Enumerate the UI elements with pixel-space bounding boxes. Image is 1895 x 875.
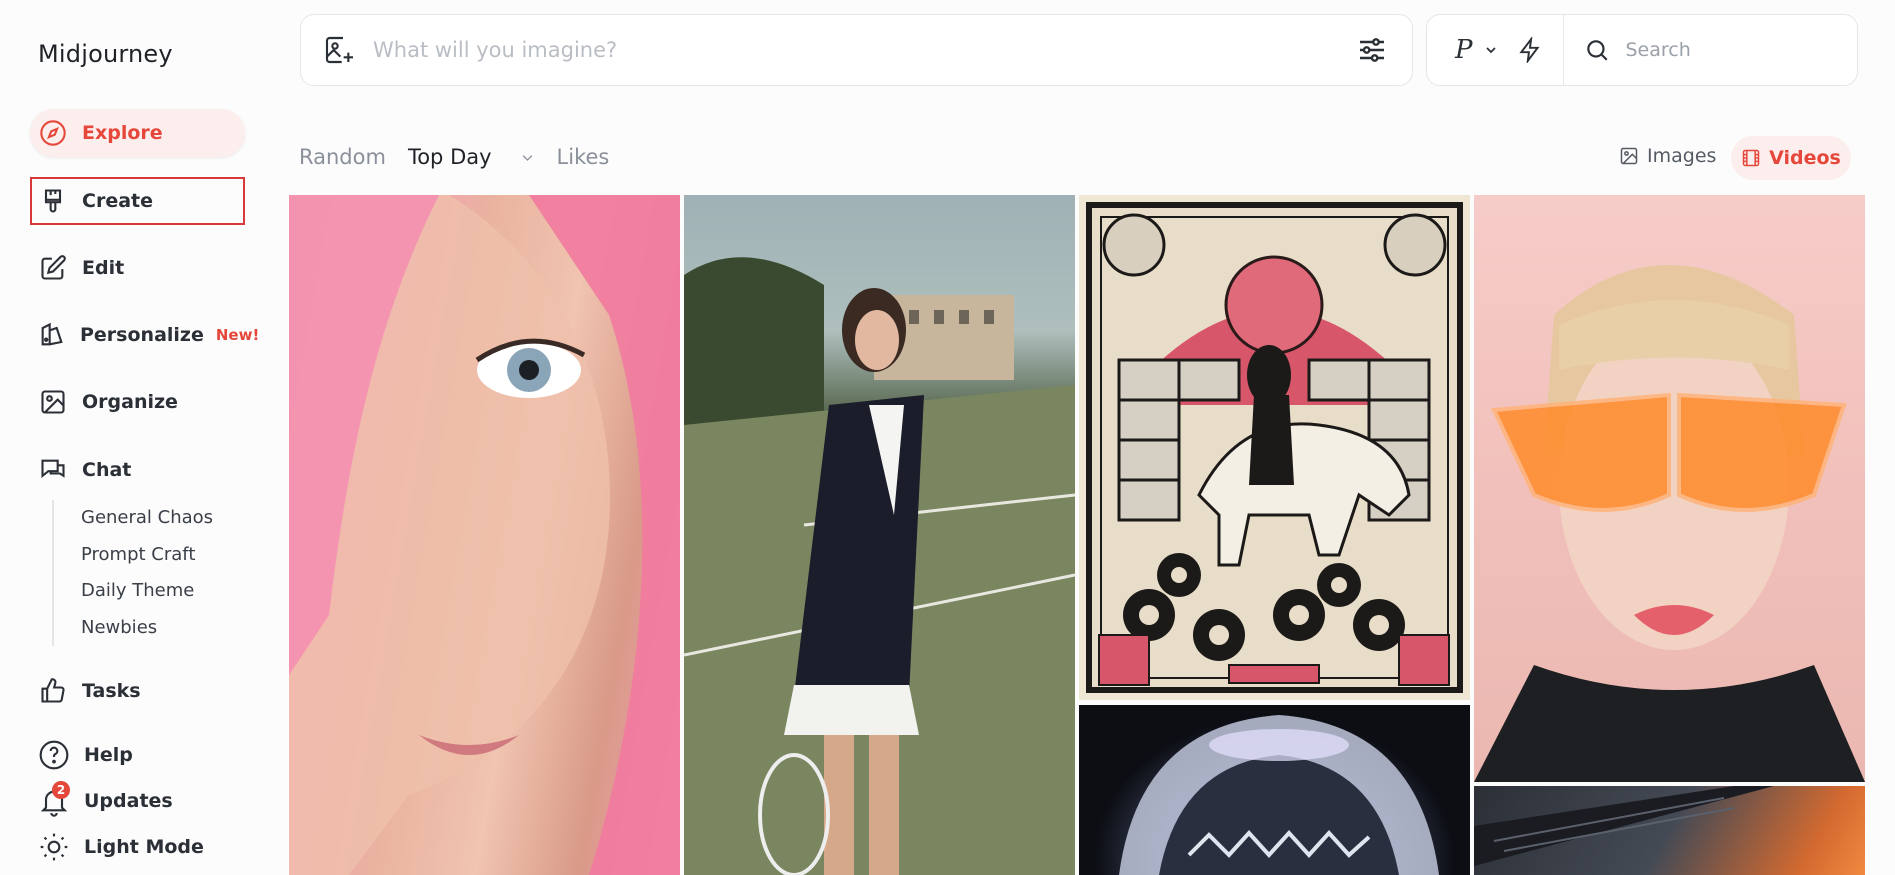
feed-filters: Random Top Day Likes	[299, 145, 631, 169]
new-badge: New!	[215, 326, 260, 344]
laptop-sunset-art	[1474, 786, 1774, 866]
nav-chat[interactable]: Chat	[30, 446, 245, 494]
chevron-down-icon	[1485, 47, 1496, 54]
image-icon	[1620, 147, 1638, 165]
filter-likes[interactable]: Likes	[557, 145, 610, 169]
settings-sliders-icon[interactable]	[1356, 34, 1388, 66]
toggle-videos[interactable]: Videos	[1731, 136, 1851, 180]
gallery-image-pink-hair-portrait[interactable]	[289, 195, 680, 875]
nav-help[interactable]: Help	[38, 739, 133, 771]
compass-icon	[38, 118, 68, 148]
personalization-letter: P	[1455, 35, 1473, 65]
chat-room-prompt-craft[interactable]: Prompt Craft	[81, 537, 213, 574]
gallery-image-sun-knight-poster[interactable]	[1079, 195, 1470, 700]
nav-create-label: Create	[82, 190, 153, 212]
personalize-icon	[38, 320, 66, 350]
chrome-creature-art	[1119, 715, 1439, 875]
bell-icon: 2	[38, 781, 70, 817]
toggle-images[interactable]: Images	[1619, 145, 1716, 167]
thumbs-up-icon	[38, 676, 68, 706]
toggle-images-label: Images	[1647, 145, 1717, 167]
nav-create[interactable]: Create	[30, 177, 245, 225]
image-grid-icon	[38, 387, 68, 417]
personalization-toggle[interactable]: P	[1455, 35, 1499, 65]
tennis-woman-art	[684, 257, 1075, 875]
nav-tasks-label: Tasks	[82, 680, 141, 702]
lightning-icon[interactable]	[1517, 37, 1543, 63]
help-icon	[38, 739, 70, 771]
gallery-image-chrome-creature[interactable]	[1079, 705, 1470, 875]
sidebar: Midjourney Explore Create Edit Personali…	[0, 0, 270, 875]
pink-hair-portrait-art	[289, 195, 680, 875]
toggle-videos-label: Videos	[1769, 147, 1841, 169]
gallery-image-laptop-sunset[interactable]	[1474, 786, 1865, 875]
nav-updates-label: Updates	[84, 790, 173, 812]
nav-light-mode-label: Light Mode	[84, 836, 204, 858]
add-image-icon[interactable]	[323, 34, 355, 66]
nav-organize[interactable]: Organize	[30, 378, 245, 426]
search-input[interactable]	[1625, 39, 1806, 61]
filter-top-day[interactable]: Top Day	[408, 145, 535, 169]
gallery-image-tennis-woman[interactable]	[684, 195, 1075, 875]
orange-glasses-portrait-art	[1474, 265, 1865, 782]
prompt-input[interactable]	[373, 38, 1356, 62]
chat-room-list: General Chaos Prompt Craft Daily Theme N…	[52, 500, 213, 646]
app-logo[interactable]: Midjourney	[38, 40, 173, 68]
nav-help-label: Help	[84, 744, 133, 766]
toolbar-right: P	[1426, 14, 1858, 86]
sun-knight-poster-art	[1086, 202, 1463, 693]
brush-icon	[38, 186, 68, 216]
chat-room-newbies[interactable]: Newbies	[81, 610, 213, 647]
search-icon	[1586, 40, 1608, 61]
nav-organize-label: Organize	[82, 391, 178, 413]
filter-top-day-label: Top Day	[407, 145, 492, 169]
chat-room-daily-theme[interactable]: Daily Theme	[81, 573, 213, 610]
nav-light-mode[interactable]: Light Mode	[38, 831, 204, 863]
toolbar-divider	[1562, 15, 1564, 85]
edit-icon	[38, 253, 68, 283]
prompt-bar	[300, 14, 1413, 86]
chevron-down-icon	[522, 154, 532, 161]
nav-chat-label: Chat	[82, 459, 132, 481]
nav-explore[interactable]: Explore	[30, 109, 245, 157]
nav-updates[interactable]: 2 Updates	[38, 781, 173, 817]
gallery-image-orange-glasses-portrait[interactable]	[1474, 195, 1865, 782]
chat-room-general-chaos[interactable]: General Chaos	[81, 500, 213, 537]
sun-icon	[38, 831, 70, 863]
nav-tasks[interactable]: Tasks	[30, 667, 245, 715]
nav-personalize-label: Personalize	[80, 324, 204, 346]
updates-count-badge: 2	[52, 781, 70, 799]
nav-personalize[interactable]: Personalize New!	[30, 311, 259, 359]
film-icon	[1742, 149, 1760, 167]
nav-edit[interactable]: Edit	[30, 244, 245, 292]
nav-explore-label: Explore	[82, 122, 163, 144]
filter-random[interactable]: Random	[299, 145, 386, 169]
nav-edit-label: Edit	[82, 257, 125, 279]
chat-icon	[38, 455, 68, 485]
